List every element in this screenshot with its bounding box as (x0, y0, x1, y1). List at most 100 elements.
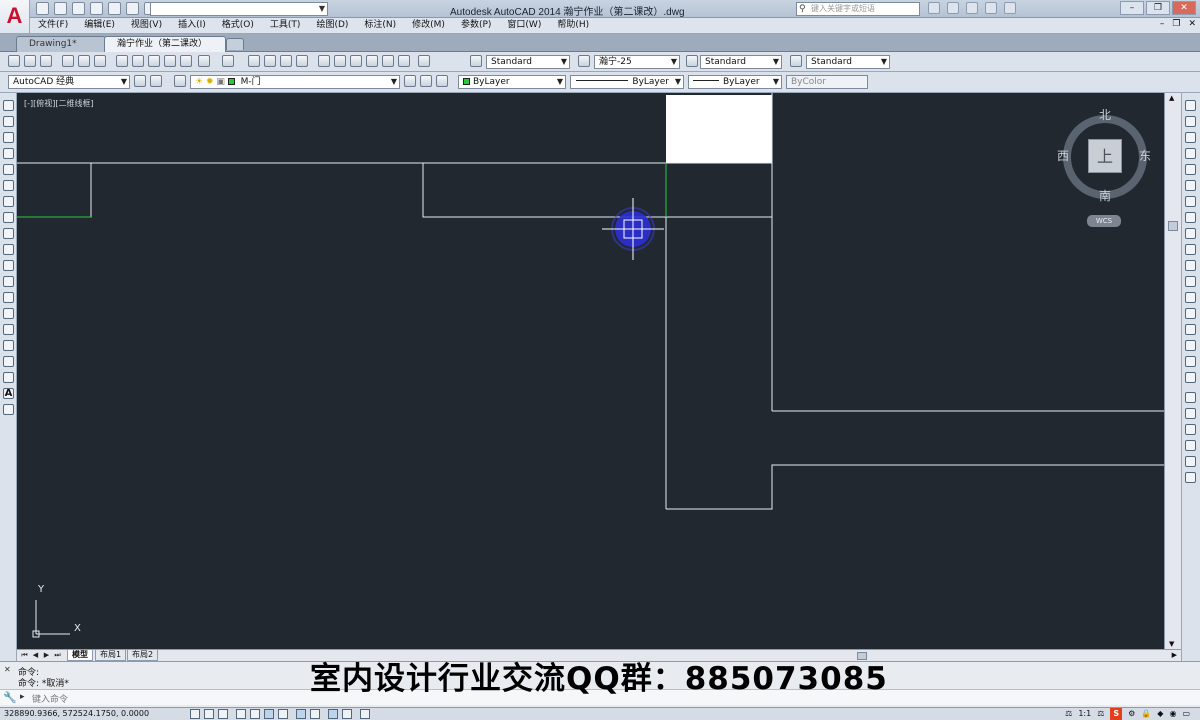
break-icon[interactable] (1185, 292, 1196, 303)
tool-palettes-icon[interactable] (350, 55, 362, 67)
dyn-toggle[interactable] (328, 709, 338, 719)
plot-icon[interactable] (62, 55, 74, 67)
snap-toggle[interactable] (204, 709, 214, 719)
table-icon[interactable] (3, 372, 14, 383)
connect-icon[interactable] (985, 2, 997, 14)
new-tab-icon[interactable] (226, 38, 244, 50)
spline-icon[interactable] (3, 228, 14, 239)
layer-state-icon[interactable] (436, 75, 448, 87)
hardware-accel-icon[interactable]: ◆ (1157, 708, 1163, 720)
doc-minimize-icon[interactable]: – (1160, 19, 1165, 29)
scroll-down-icon[interactable]: ▼ (1169, 640, 1174, 648)
qp-toggle[interactable] (360, 709, 370, 719)
vertical-scrollbar[interactable]: ▲ ▼ (1164, 93, 1181, 649)
wrench-icon[interactable]: 🔧 (3, 691, 17, 704)
search-input[interactable]: ⚲ 键入关键字或短语 (796, 2, 920, 16)
open-icon[interactable] (54, 2, 67, 15)
ducs-toggle[interactable] (310, 709, 320, 719)
offset-icon[interactable] (1185, 148, 1196, 159)
table-style-select[interactable]: Standard ▼ (700, 55, 782, 69)
point-icon[interactable] (3, 308, 14, 319)
dim-style-icon[interactable] (578, 55, 590, 67)
bring-above-icon[interactable] (1185, 440, 1196, 451)
redo-icon[interactable] (222, 55, 234, 67)
move-icon[interactable] (1185, 180, 1196, 191)
drawing-canvas[interactable]: [-][俯视][二维线框] Y X 上 北 南 西 东 WCS (17, 93, 1164, 649)
revcloud-icon[interactable] (3, 212, 14, 223)
wcs-menu[interactable]: WCS (1087, 215, 1121, 227)
doc-restore-icon[interactable]: ❐ (1172, 19, 1180, 29)
preview-icon[interactable] (78, 55, 90, 67)
maximize-button[interactable]: ❐ (1146, 1, 1170, 15)
layer-properties-icon[interactable] (174, 75, 186, 87)
mleader-style-icon[interactable] (790, 55, 802, 67)
help-icon[interactable] (418, 55, 430, 67)
new-icon[interactable] (36, 2, 49, 15)
menu-parametric[interactable]: 参数(P) (453, 18, 499, 33)
extend-icon[interactable] (1185, 260, 1196, 271)
array-icon[interactable] (1185, 164, 1196, 175)
insert-block-icon[interactable] (3, 276, 14, 287)
annotation-scale-icon[interactable]: ⚖ (1065, 708, 1072, 720)
wall-line[interactable] (17, 163, 92, 218)
join-icon[interactable] (1185, 308, 1196, 319)
workspace-select[interactable]: AutoCAD 经典 ▼ (8, 75, 130, 89)
selected-window-block[interactable] (666, 95, 772, 163)
binoculars-icon[interactable] (928, 2, 940, 14)
matchprop-icon[interactable] (164, 55, 176, 67)
gradient-icon[interactable] (3, 340, 14, 351)
wall-line[interactable] (666, 464, 1164, 510)
publish-icon[interactable] (94, 55, 106, 67)
app-logo[interactable]: A (0, 0, 30, 34)
polygon-icon[interactable] (3, 148, 14, 159)
coordinate-readout[interactable]: 328890.9366, 572524.1750, 0.0000 (4, 709, 149, 718)
undo-icon[interactable] (126, 2, 139, 15)
polar-toggle[interactable] (250, 709, 260, 719)
scroll-up-icon[interactable]: ▲ (1169, 94, 1174, 102)
zoom-realtime-icon[interactable] (264, 55, 276, 67)
properties-icon[interactable] (318, 55, 330, 67)
menu-insert[interactable]: 插入(I) (170, 18, 214, 33)
text-front-icon[interactable] (1185, 472, 1196, 483)
workspace-settings-icon[interactable] (134, 75, 146, 87)
circle-icon[interactable] (3, 196, 14, 207)
menu-format[interactable]: 格式(O) (214, 18, 262, 33)
block-editor-icon[interactable] (180, 55, 192, 67)
signin-icon[interactable] (947, 2, 959, 14)
copy-icon[interactable] (132, 55, 144, 67)
ellipse-arc-icon[interactable] (3, 260, 14, 271)
construction-line-icon[interactable] (3, 116, 14, 127)
lineweight-select[interactable]: ByLayer ▼ (688, 75, 782, 89)
hatch-icon[interactable] (3, 324, 14, 335)
clean-screen-icon[interactable]: ▭ (1182, 708, 1190, 720)
annotation-visibility-icon[interactable]: ⚖ (1097, 708, 1104, 720)
doc-close-icon[interactable]: ✕ (1188, 19, 1196, 29)
zoom-previous-icon[interactable] (296, 55, 308, 67)
copy-object-icon[interactable] (1185, 116, 1196, 127)
menu-modify[interactable]: 修改(M) (404, 18, 453, 33)
line-icon[interactable] (3, 100, 14, 111)
compass-west[interactable]: 西 (1057, 147, 1069, 164)
layer-select[interactable]: ☀ ✹ ▣ M-门 ▼ (190, 75, 400, 89)
next-tab-icon[interactable]: ▶ (42, 651, 51, 660)
open-icon[interactable] (24, 55, 36, 67)
otrack-toggle[interactable] (296, 709, 306, 719)
color-select[interactable]: ByLayer ▼ (458, 75, 566, 89)
design-center-icon[interactable] (334, 55, 346, 67)
mleader-style-select[interactable]: Standard ▼ (806, 55, 890, 69)
text-style-icon[interactable] (470, 55, 482, 67)
3dosnap-toggle[interactable] (278, 709, 288, 719)
cut-icon[interactable] (116, 55, 128, 67)
ellipse-icon[interactable] (3, 244, 14, 255)
erase-icon[interactable] (1185, 100, 1196, 111)
dim-style-select[interactable]: 瀚宁-25 ▼ (594, 55, 680, 69)
draworder-back-icon[interactable] (1185, 424, 1196, 435)
save-icon[interactable] (72, 2, 85, 15)
make-current-icon[interactable] (404, 75, 416, 87)
compass-south[interactable]: 南 (1099, 187, 1111, 204)
lock-ui-icon[interactable]: 🔒 (1141, 708, 1151, 720)
explode-icon[interactable] (1185, 372, 1196, 383)
print-icon[interactable] (108, 2, 121, 15)
table-style-icon[interactable] (686, 55, 698, 67)
draworder-icon[interactable] (1185, 392, 1196, 403)
